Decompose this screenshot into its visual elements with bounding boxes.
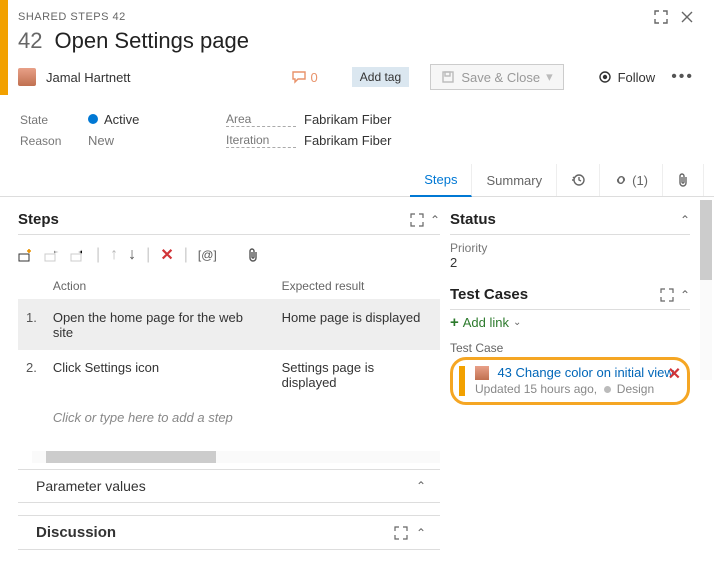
vertical-scrollbar[interactable] bbox=[700, 200, 712, 380]
create-shared-icon bbox=[70, 248, 86, 262]
move-up-icon: ↑ bbox=[110, 246, 118, 264]
collapse-icon[interactable]: ⌃ bbox=[680, 288, 690, 302]
assigned-to[interactable]: Jamal Hartnett bbox=[46, 70, 131, 85]
area-value[interactable]: Fabrikam Fiber bbox=[304, 112, 504, 127]
tab-attachments[interactable] bbox=[663, 164, 704, 196]
collapse-icon[interactable]: ⌃ bbox=[430, 213, 440, 227]
iteration-label: Iteration bbox=[226, 133, 296, 148]
close-icon[interactable] bbox=[674, 6, 700, 28]
table-row[interactable]: 1. Open the home page for the web site H… bbox=[18, 300, 440, 351]
add-step-placeholder[interactable]: Click or type here to add a step bbox=[18, 400, 440, 435]
priority-value[interactable]: 2 bbox=[450, 255, 690, 270]
test-case-label: Test Case bbox=[450, 341, 690, 355]
insert-step-icon[interactable] bbox=[18, 248, 34, 262]
move-down-icon[interactable]: ↓ bbox=[128, 246, 136, 264]
state-label: State bbox=[20, 113, 80, 127]
iteration-value[interactable]: Fabrikam Fiber bbox=[304, 133, 504, 148]
parameter-values-heading: Parameter values bbox=[36, 478, 416, 494]
work-item-title[interactable]: Open Settings page bbox=[54, 28, 248, 54]
expand-icon[interactable] bbox=[394, 526, 408, 540]
avatar bbox=[475, 366, 489, 380]
discussion-heading: Discussion bbox=[36, 524, 394, 541]
insert-shared-icon bbox=[44, 248, 60, 262]
add-tag-button[interactable]: Add tag bbox=[352, 67, 409, 87]
add-link-button[interactable]: + Add link ⌄ bbox=[450, 310, 521, 335]
discussion-count[interactable]: 0 bbox=[291, 70, 318, 85]
work-item-type-label: SHARED STEPS 42 bbox=[18, 11, 126, 23]
horizontal-scrollbar[interactable] bbox=[18, 451, 440, 465]
params-icon[interactable]: [@] bbox=[198, 248, 217, 262]
status-heading: Status bbox=[450, 211, 680, 228]
reason-value[interactable]: New bbox=[88, 133, 218, 148]
tab-summary[interactable]: Summary bbox=[472, 164, 557, 196]
reason-label: Reason bbox=[20, 134, 80, 148]
col-action: Action bbox=[45, 273, 274, 300]
more-actions-icon[interactable]: ••• bbox=[665, 64, 700, 90]
tab-links[interactable]: (1) bbox=[600, 164, 663, 196]
remove-link-icon[interactable]: ✕ bbox=[668, 364, 681, 384]
follow-button[interactable]: Follow bbox=[598, 70, 656, 85]
test-cases-heading: Test Cases bbox=[450, 286, 660, 303]
table-row[interactable]: 2. Click Settings icon Settings page is … bbox=[18, 350, 440, 400]
priority-label: Priority bbox=[450, 241, 690, 255]
attach-icon[interactable] bbox=[247, 248, 259, 262]
collapse-icon[interactable]: ⌃ bbox=[416, 479, 426, 493]
test-case-card[interactable]: ✕ 43 Change color on initial view Update… bbox=[450, 357, 690, 405]
save-close-button: Save & Close ▾ bbox=[430, 64, 563, 90]
work-item-id: 42 bbox=[18, 28, 42, 54]
avatar bbox=[18, 68, 36, 86]
collapse-icon[interactable]: ⌃ bbox=[680, 213, 690, 227]
tab-history[interactable] bbox=[557, 164, 600, 196]
state-value[interactable]: Active bbox=[88, 112, 218, 127]
linked-item-link[interactable]: 43 Change color on initial view bbox=[497, 365, 673, 380]
fullscreen-icon[interactable] bbox=[648, 6, 674, 28]
area-label: Area bbox=[226, 112, 296, 127]
col-expected: Expected result bbox=[274, 273, 440, 300]
collapse-icon[interactable]: ⌃ bbox=[416, 526, 426, 540]
expand-icon[interactable] bbox=[660, 288, 674, 302]
delete-step-icon[interactable]: ✕ bbox=[160, 245, 173, 265]
tab-steps[interactable]: Steps bbox=[410, 164, 472, 197]
expand-icon[interactable] bbox=[410, 213, 424, 227]
steps-heading: Steps bbox=[18, 211, 410, 228]
